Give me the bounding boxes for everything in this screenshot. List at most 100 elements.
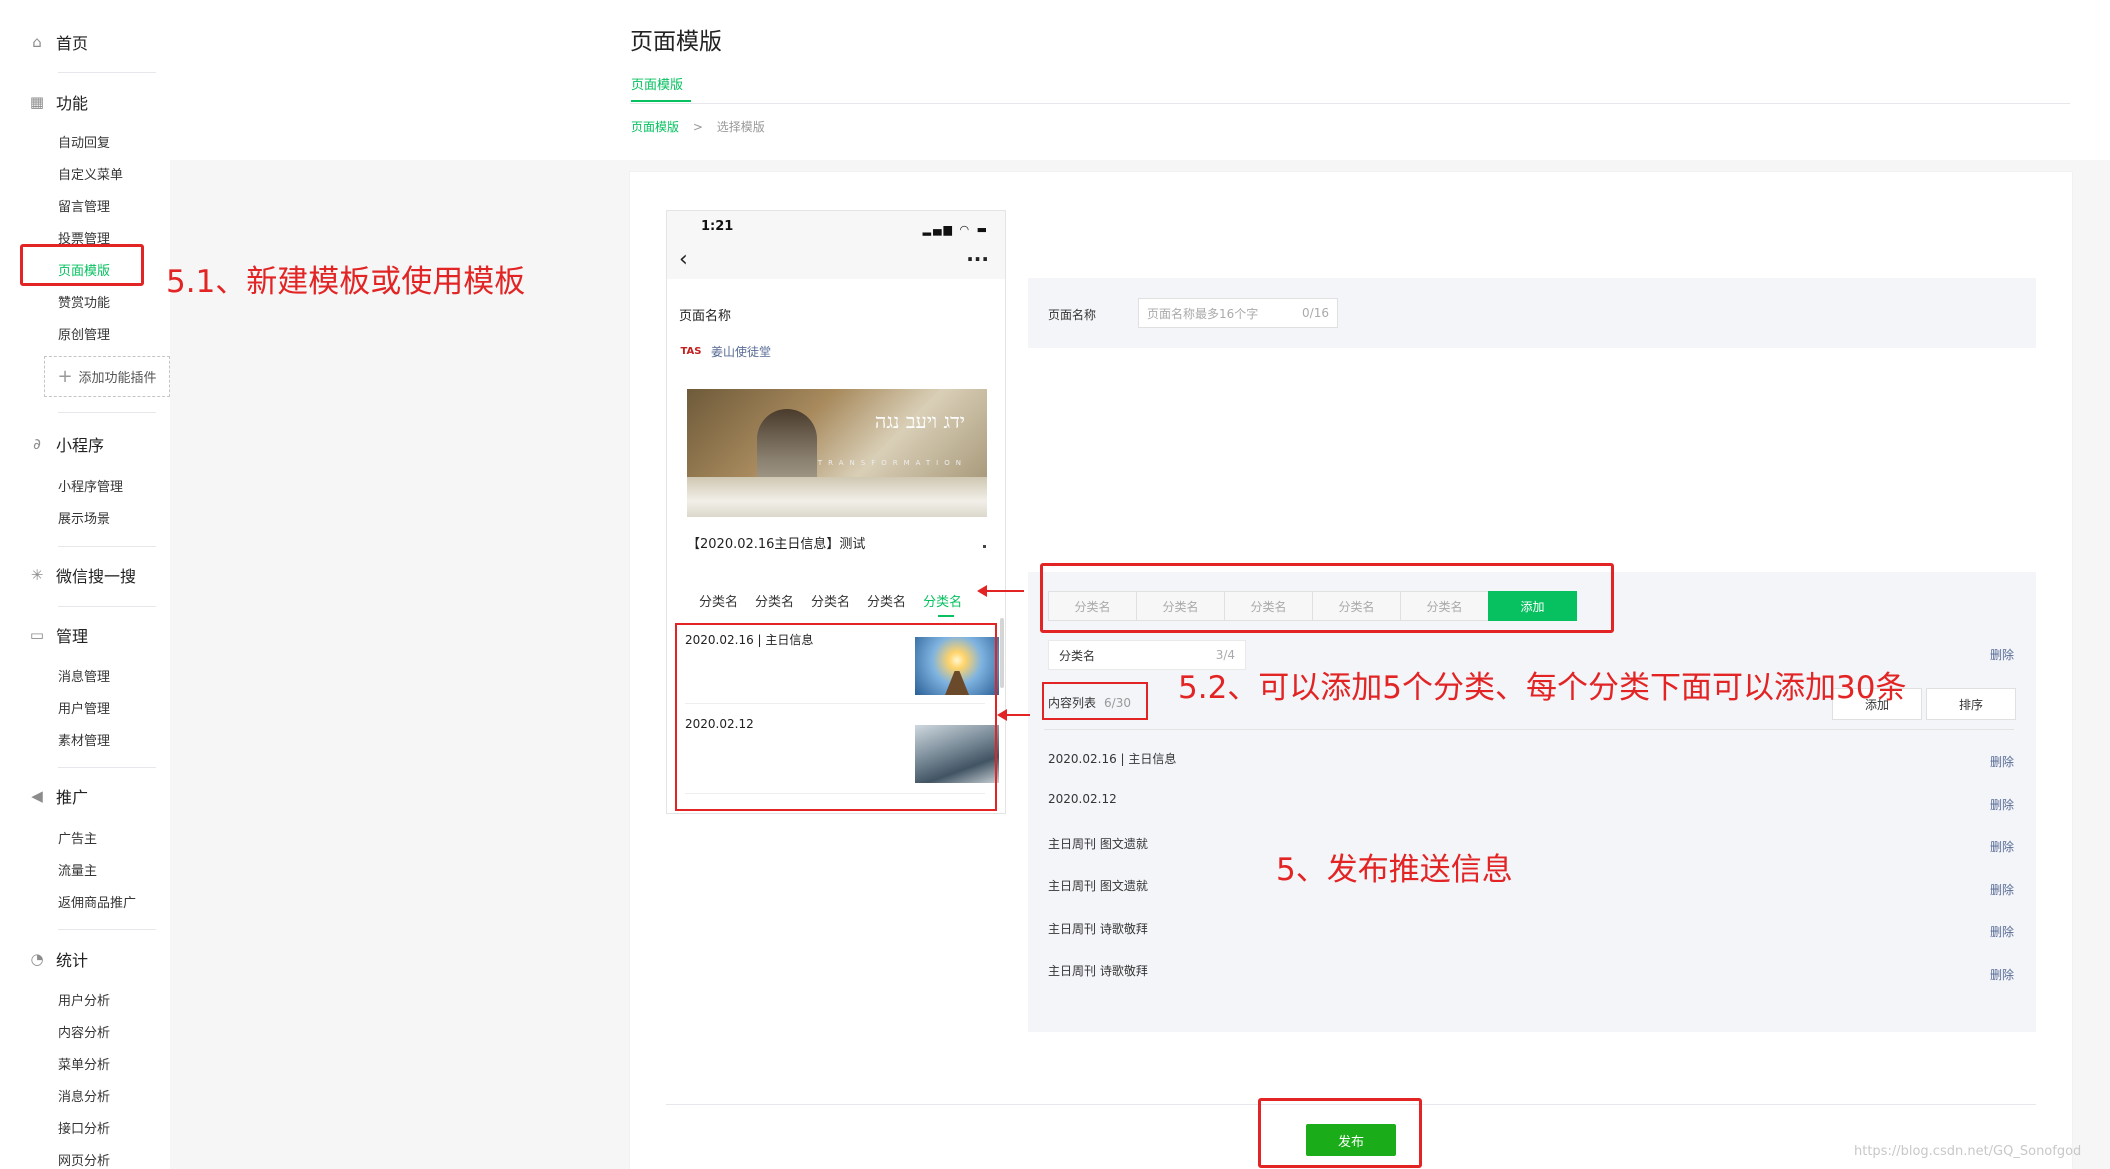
page-name-label: 页面名称: [1048, 308, 1097, 322]
divider: [58, 767, 156, 768]
page-name-placeholder: 页面名称最多16个字: [1147, 306, 1259, 321]
delete-row-link[interactable]: 删除: [1990, 796, 2014, 813]
preview-scrollbar[interactable]: [1000, 618, 1004, 688]
sort-button[interactable]: 排序: [1926, 688, 2016, 720]
author-logo: TAS: [680, 345, 702, 357]
delete-row-link[interactable]: 删除: [1990, 923, 2014, 940]
dot-indicator: [983, 545, 986, 548]
chevron-right-icon: >: [692, 120, 703, 134]
sidebar-item-user-analysis[interactable]: 用户分析: [58, 990, 110, 1009]
annotation-box-content-list: [1042, 682, 1148, 720]
nav-stats[interactable]: ◔ 统计: [28, 947, 88, 971]
article-title[interactable]: 【2020.02.16主日信息】测试: [687, 533, 865, 552]
category-name-value: 分类名: [1059, 648, 1096, 663]
preview-page-name: 页面名称: [679, 309, 732, 324]
sidebar-item-web-analysis[interactable]: 网页分析: [58, 1150, 110, 1169]
back-icon[interactable]: ‹: [679, 247, 688, 272]
signal-wifi-battery-icon: ▂▄▆ ◠ ▬: [922, 223, 989, 236]
nav-function[interactable]: ▦ 功能: [28, 90, 88, 114]
divider: [1044, 729, 2014, 730]
preview-category-tab[interactable]: 分类名: [867, 591, 906, 610]
banner-flowers: [687, 477, 987, 517]
preview-category-tab[interactable]: 分类名: [811, 591, 850, 610]
preview-category-tab[interactable]: 分类名: [755, 591, 794, 610]
delete-category-link[interactable]: 删除: [1990, 646, 2014, 663]
sidebar-item-miniprogram-manage[interactable]: 小程序管理: [58, 476, 123, 495]
sidebar-item-content-analysis[interactable]: 内容分析: [58, 1022, 110, 1041]
breadcrumb: 页面模版 > 选择模版: [631, 118, 765, 135]
home-icon: ⌂: [32, 33, 42, 51]
sidebar-item-users[interactable]: 用户管理: [58, 698, 110, 717]
banner-small-text: TRANSFORMATION: [817, 459, 967, 467]
annotation-box-categories: [1040, 563, 1614, 633]
sidebar-item-reward[interactable]: 赞赏功能: [58, 292, 110, 311]
page-name-input[interactable]: 页面名称最多16个字 0/16: [1138, 298, 1338, 328]
annotation-box-template: [20, 244, 144, 286]
content-row-title: 主日周刊 图文遗就: [1048, 837, 1148, 851]
sidebar-item-original[interactable]: 原创管理: [58, 324, 110, 343]
delete-row-link[interactable]: 删除: [1990, 753, 2014, 770]
more-icon[interactable]: ···: [966, 247, 989, 271]
annotation-text-5-2: 5.2、可以添加5个分类、每个分类下面可以添加30条: [1178, 670, 1907, 706]
nav-search[interactable]: ✳ 微信搜一搜: [28, 563, 136, 587]
banner-hebrew-text: ידג ויעב נגה: [874, 409, 965, 433]
category-active-indicator: [938, 615, 954, 617]
sidebar-item-auto-reply[interactable]: 自动回复: [58, 132, 110, 151]
sidebar-item-materials[interactable]: 素材管理: [58, 730, 110, 749]
header-area: [170, 0, 2110, 160]
delete-row-link[interactable]: 删除: [1990, 881, 2014, 898]
content-row-title: 主日周刊 诗歌敬拜: [1048, 964, 1148, 978]
nav-manage[interactable]: ▭ 管理: [28, 623, 88, 647]
sidebar: ⌂ 首页 ▦ 功能 自动回复 自定义菜单 留言管理 投票管理 页面模版 赞赏功能…: [0, 0, 170, 1169]
megaphone-icon: ◀: [31, 787, 43, 805]
nav-miniprogram[interactable]: ∂ 小程序: [28, 432, 104, 456]
sidebar-item-messages[interactable]: 消息管理: [58, 666, 110, 685]
sidebar-item-menu-analysis[interactable]: 菜单分析: [58, 1054, 110, 1073]
content-row-title: 2020.02.12: [1048, 792, 1117, 806]
annotation-arrow: [977, 585, 1024, 597]
divider: [58, 412, 156, 413]
annotation-box-preview-list: [675, 623, 997, 811]
page-title: 页面模版: [630, 29, 722, 55]
add-plugin-button[interactable]: + 添加功能插件: [44, 356, 170, 397]
divider: [58, 606, 156, 607]
pie-chart-icon: ◔: [30, 950, 44, 968]
phone-time: 1:21: [701, 219, 734, 234]
content-row-title: 2020.02.16 | 主日信息: [1048, 752, 1177, 766]
delete-row-link[interactable]: 删除: [1990, 966, 2014, 983]
nav-promote[interactable]: ◀ 推广: [28, 784, 88, 808]
nav-home[interactable]: ⌂ 首页: [28, 30, 88, 54]
sidebar-item-rebate[interactable]: 返佣商品推广: [58, 892, 136, 911]
preview-category-tab-active[interactable]: 分类名: [923, 591, 962, 610]
content-row-title: 主日周刊 诗歌敬拜: [1048, 922, 1148, 936]
content-row-title: 主日周刊 图文遗就: [1048, 879, 1148, 893]
page-name-count: 0/16: [1302, 306, 1329, 320]
delete-row-link[interactable]: 删除: [1990, 838, 2014, 855]
article-banner-image[interactable]: ידג ויעב נגה TRANSFORMATION: [687, 389, 987, 517]
annotation-box-publish: [1258, 1098, 1422, 1168]
tab-bar-divider: [630, 103, 2070, 104]
sidebar-item-custom-menu[interactable]: 自定义菜单: [58, 164, 123, 183]
annotation-arrow: [997, 709, 1030, 721]
divider: [58, 72, 156, 73]
sidebar-item-display-scene[interactable]: 展示场景: [58, 508, 110, 527]
author-row: TAS 姜山使徒堂: [680, 341, 772, 361]
annotation-text-5-1: 5.1、新建模板或使用模板: [166, 264, 526, 300]
sidebar-item-message-analysis[interactable]: 消息分析: [58, 1086, 110, 1105]
link-icon: ∂: [33, 435, 41, 453]
sidebar-item-advertiser[interactable]: 广告主: [58, 828, 97, 847]
divider: [58, 929, 156, 930]
breadcrumb-current: 选择模版: [716, 120, 765, 134]
plus-icon: +: [57, 366, 73, 387]
divider: [58, 546, 156, 547]
tab-active-indicator: [631, 100, 691, 102]
sidebar-item-publisher[interactable]: 流量主: [58, 860, 97, 879]
sidebar-item-comments[interactable]: 留言管理: [58, 196, 110, 215]
grid-icon: ▦: [29, 93, 45, 111]
annotation-text-5: 5、发布推送信息: [1276, 852, 1513, 888]
tab-page-template[interactable]: 页面模版: [631, 74, 683, 93]
sidebar-item-api-analysis[interactable]: 接口分析: [58, 1118, 110, 1137]
breadcrumb-link[interactable]: 页面模版: [631, 120, 679, 134]
inbox-icon: ▭: [29, 626, 45, 644]
preview-category-tab[interactable]: 分类名: [699, 591, 738, 610]
